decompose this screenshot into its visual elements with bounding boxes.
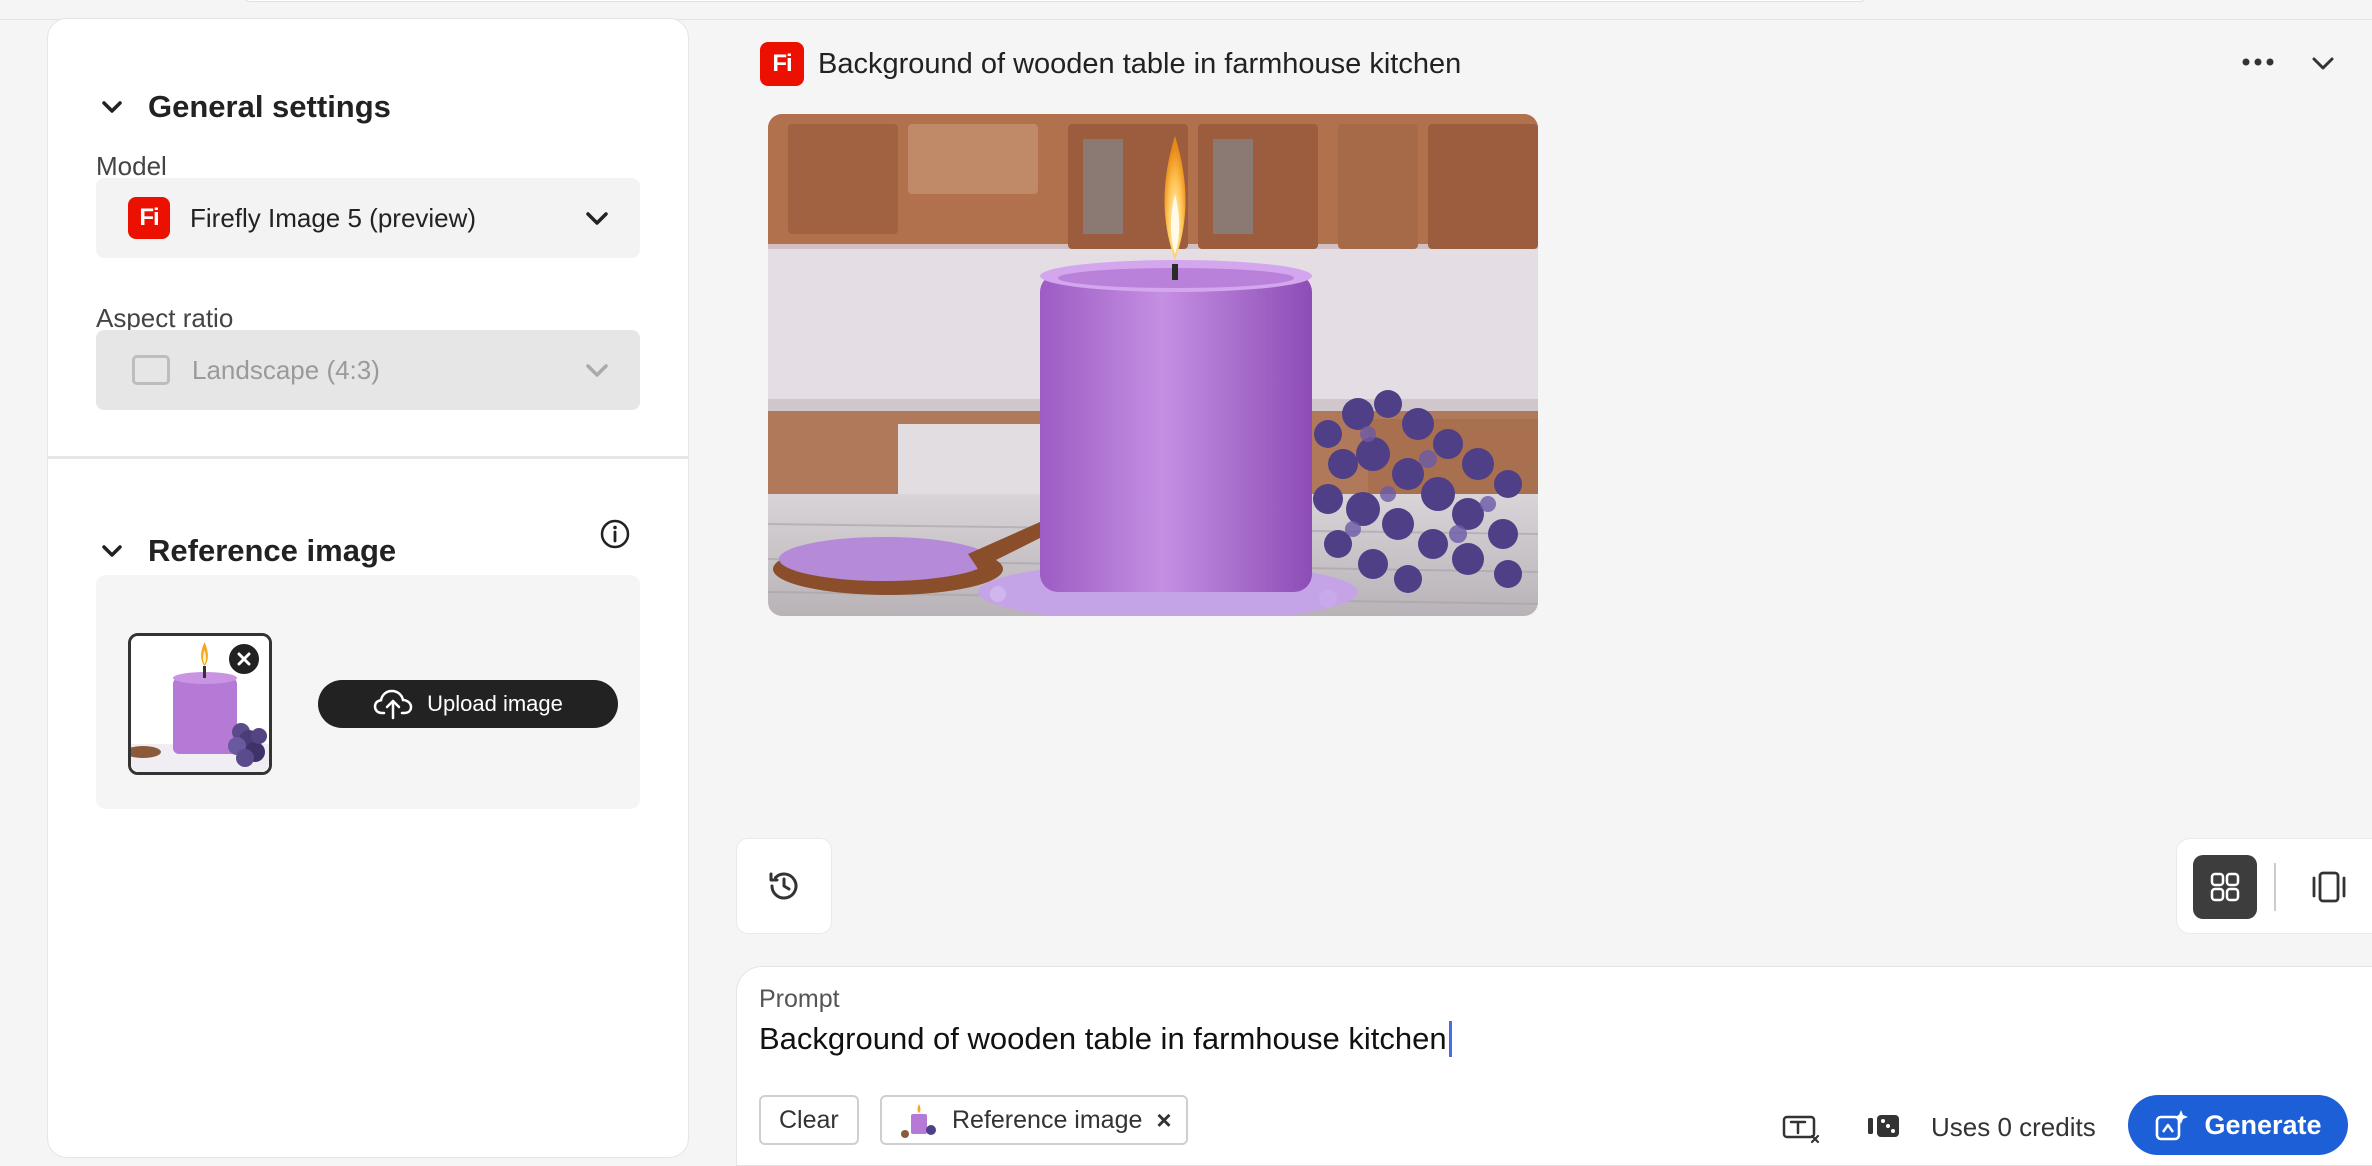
section-title: General settings [148, 89, 391, 124]
section-divider [48, 456, 688, 459]
remove-reference-chip-button[interactable]: × [1156, 1105, 1171, 1136]
upload-image-button[interactable]: Upload image [318, 680, 618, 728]
chevron-down-icon [102, 101, 122, 113]
firefly-logo-icon: Fi [128, 197, 170, 239]
aspect-ratio-value: Landscape (4:3) [192, 354, 380, 385]
text-style-icon[interactable] [1782, 1114, 1822, 1144]
generate-sparkle-icon [2156, 1110, 2189, 1141]
remove-reference-button[interactable] [226, 641, 262, 677]
clear-button[interactable]: Clear [759, 1095, 859, 1145]
settings-panel: General settings Model Fi Firefly Image … [47, 18, 689, 1158]
reference-image-header[interactable]: Reference image [98, 533, 396, 569]
landscape-icon [132, 355, 170, 385]
single-view-button[interactable] [2297, 861, 2361, 913]
toggle-divider [2274, 863, 2276, 911]
prompt-input[interactable]: Background of wooden table in farmhouse … [759, 1021, 1452, 1057]
generation-title: Background of wooden table in farmhouse … [818, 47, 1462, 80]
more-options-icon[interactable] [2240, 50, 2276, 74]
top-bar [240, 0, 1870, 2]
firefly-logo-icon: Fi [760, 42, 804, 86]
upload-image-label: Upload image [427, 691, 563, 716]
reference-image-card: Upload image [96, 575, 640, 809]
single-view-icon [2312, 871, 2346, 903]
reference-image-chip[interactable]: Reference image × [880, 1095, 1188, 1145]
model-select[interactable]: Fi Firefly Image 5 (preview) [96, 178, 640, 258]
history-button[interactable] [736, 838, 832, 934]
section-title: Reference image [148, 533, 397, 568]
view-toggle [2176, 838, 2372, 934]
top-strip [0, 0, 2372, 20]
candle-kitchen-image [768, 114, 1538, 616]
chevron-down-icon [586, 364, 608, 377]
aspect-ratio-select[interactable]: Landscape (4:3) [96, 330, 640, 410]
history-icon [769, 872, 798, 900]
reference-chip-thumbnail [900, 1102, 938, 1138]
generation-header: Fi Background of wooden table in farmhou… [760, 42, 1461, 86]
grid-icon [2210, 872, 2240, 902]
generate-label: Generate [2204, 1109, 2322, 1140]
grid-view-button[interactable] [2193, 855, 2257, 919]
prompt-label: Prompt [759, 985, 840, 1013]
chevron-down-icon [586, 212, 608, 225]
close-icon [237, 652, 251, 666]
credits-text: Uses 0 credits [1931, 1112, 2096, 1142]
generated-image[interactable] [768, 114, 1538, 616]
info-icon[interactable] [599, 518, 631, 550]
dice-icon[interactable] [1866, 1112, 1902, 1140]
model-value: Firefly Image 5 (preview) [190, 202, 477, 233]
prompt-panel: Prompt Background of wooden table in far… [736, 966, 2372, 1166]
chevron-down-icon[interactable] [2308, 48, 2338, 78]
general-settings-header[interactable]: General settings [98, 89, 391, 125]
chevron-down-icon [102, 545, 122, 557]
generate-button[interactable]: Generate [2128, 1095, 2348, 1155]
reference-chip-label: Reference image [952, 1105, 1143, 1134]
cloud-upload-icon [373, 689, 413, 720]
